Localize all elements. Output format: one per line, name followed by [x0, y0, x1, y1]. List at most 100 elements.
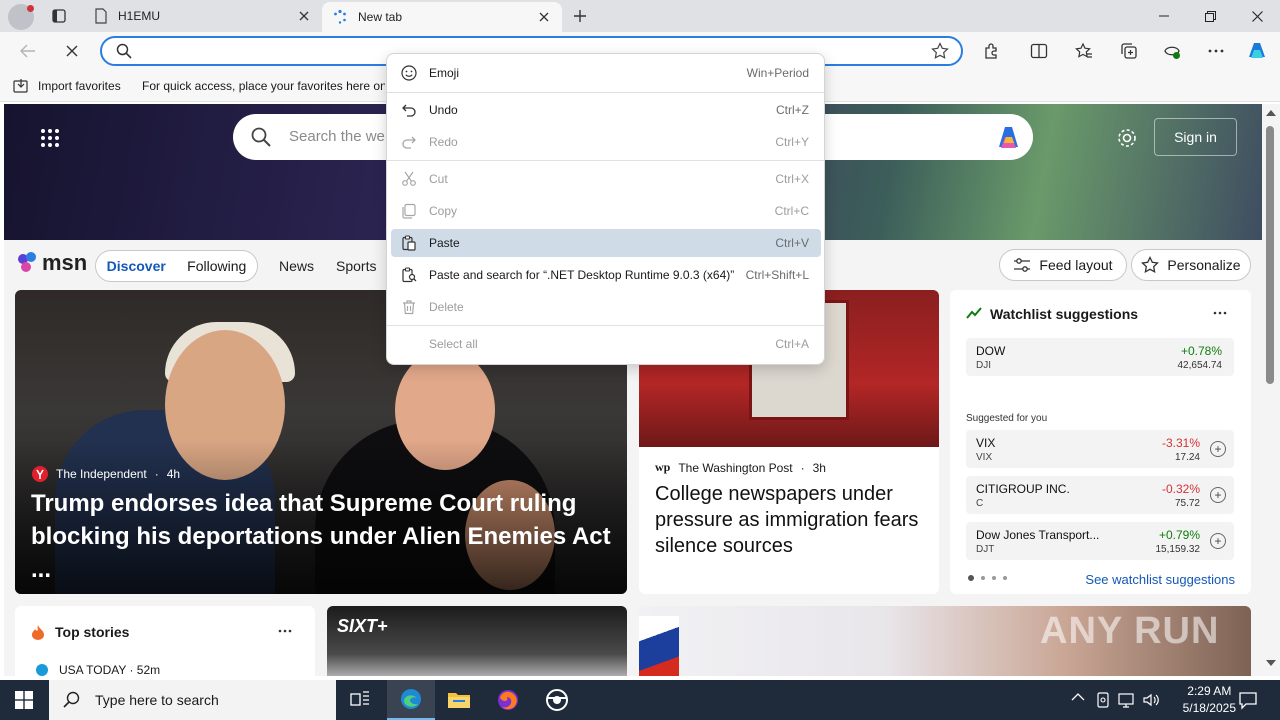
- add-to-watchlist-icon[interactable]: +: [1210, 487, 1226, 503]
- start-windows-icon[interactable]: [0, 680, 48, 720]
- stock-name: Dow Jones Transport...: [976, 528, 1100, 542]
- search-icon: [116, 43, 132, 59]
- flame-icon: [31, 624, 45, 640]
- msn-logo[interactable]: msn: [16, 250, 87, 276]
- see-watchlist-link[interactable]: See watchlist suggestions: [1085, 572, 1235, 587]
- menu-label: Paste and search for “.NET Desktop Runti…: [429, 268, 735, 282]
- emoji-icon: [401, 65, 417, 81]
- close-window-button[interactable]: [1234, 0, 1280, 32]
- stock-symbol: DJI: [976, 360, 991, 371]
- minimize-button[interactable]: [1141, 0, 1187, 32]
- restore-button[interactable]: [1187, 0, 1233, 32]
- watchlist-row-dow[interactable]: DOW DJI +0.78% 42,654.74: [966, 338, 1234, 376]
- collections-icon[interactable]: [1120, 42, 1138, 60]
- stock-change: -3.31%: [1161, 436, 1200, 450]
- loading-icon: [334, 9, 346, 24]
- notifications-icon[interactable]: [1238, 690, 1258, 710]
- device-icon[interactable]: [1095, 691, 1111, 709]
- menu-shortcut: Ctrl+Shift+L: [745, 268, 809, 282]
- tab-following[interactable]: Following: [187, 258, 246, 274]
- volume-icon[interactable]: [1142, 691, 1160, 709]
- menu-label: Delete: [429, 300, 464, 314]
- menu-separator: [387, 92, 824, 93]
- taskbar-search-box[interactable]: Type here to search: [49, 680, 336, 720]
- menu-item-select-all[interactable]: Select all Ctrl+A: [391, 330, 821, 358]
- web-search-placeholder: Search the we: [289, 128, 385, 145]
- extensions-icon[interactable]: [982, 42, 1000, 60]
- close-tab-icon[interactable]: [536, 9, 552, 25]
- apps-grid-icon[interactable]: [40, 128, 60, 148]
- task-view-icon[interactable]: [336, 680, 384, 720]
- menu-item-delete[interactable]: Delete: [391, 293, 821, 321]
- more-options-icon[interactable]: [1212, 306, 1228, 320]
- scroll-up-arrow-icon[interactable]: [1266, 110, 1276, 116]
- system-clock[interactable]: 2:29 AM 5/18/2025: [1183, 683, 1236, 717]
- browser-essentials-icon[interactable]: [1163, 42, 1181, 60]
- favorite-star-icon[interactable]: [931, 42, 949, 60]
- file-explorer-icon[interactable]: [435, 680, 483, 720]
- more-options-icon[interactable]: [277, 624, 293, 638]
- new-tab-plus-icon[interactable]: [570, 6, 590, 26]
- copilot-icon[interactable]: [1245, 39, 1269, 63]
- menu-label: Paste: [429, 236, 460, 250]
- carousel-dots[interactable]: [968, 575, 1007, 581]
- split-screen-icon[interactable]: [1030, 42, 1048, 60]
- import-favorites-link[interactable]: Import favorites: [38, 79, 121, 93]
- ad-card[interactable]: SIXT+: [327, 606, 627, 676]
- personalize-button[interactable]: Personalize: [1131, 249, 1251, 281]
- stop-loading-icon[interactable]: [56, 36, 88, 66]
- close-tab-icon[interactable]: [296, 8, 312, 24]
- story-source-name: The Independent: [56, 467, 147, 481]
- sign-in-button[interactable]: Sign in: [1154, 118, 1237, 156]
- network-icon[interactable]: [1118, 691, 1136, 709]
- feed-layout-button[interactable]: Feed layout: [999, 249, 1127, 281]
- copilot-icon[interactable]: [993, 123, 1023, 151]
- story-source: wp The Washington Post · 3h: [655, 460, 826, 475]
- add-to-watchlist-icon[interactable]: +: [1210, 441, 1226, 457]
- tab-new-tab[interactable]: New tab: [322, 2, 562, 32]
- story-source: USA TODAY · 52m: [59, 663, 161, 676]
- more-options-icon[interactable]: [1207, 42, 1225, 60]
- watchlist-row-vix[interactable]: VIX VIX -3.31% 17.24 +: [966, 430, 1234, 468]
- page-icon: [95, 8, 107, 24]
- tab-actions-icon[interactable]: [48, 6, 70, 26]
- menu-item-emoji[interactable]: Emoji Win+Period: [391, 59, 821, 87]
- add-to-watchlist-icon[interactable]: +: [1210, 533, 1226, 549]
- menu-item-redo[interactable]: Redo Ctrl+Y: [391, 128, 821, 156]
- nav-news[interactable]: News: [279, 258, 314, 274]
- tab-h1emu[interactable]: H1EMU: [84, 0, 322, 32]
- favorites-icon[interactable]: [1075, 42, 1093, 60]
- menu-item-paste[interactable]: Paste Ctrl+V: [391, 229, 821, 257]
- settings-gear-icon[interactable]: [1116, 127, 1138, 149]
- menu-item-copy[interactable]: Copy Ctrl+C: [391, 197, 821, 225]
- stock-symbol: VIX: [976, 452, 993, 463]
- show-hidden-icons-chevron-icon[interactable]: [1071, 692, 1085, 702]
- delete-icon: [403, 300, 415, 315]
- independent-logo-icon: [32, 466, 48, 482]
- scroll-down-arrow-icon[interactable]: [1266, 660, 1276, 666]
- watchlist-row-citigroup[interactable]: CITIGROUP INC. C -0.32% 75.72 +: [966, 476, 1234, 514]
- profile-avatar[interactable]: [8, 4, 34, 30]
- story-source: The Independent · 4h: [32, 466, 180, 482]
- hero-headline[interactable]: Trump endorses idea that Supreme Court r…: [31, 487, 621, 586]
- tab-discover[interactable]: Discover: [107, 258, 166, 274]
- scrollbar-thumb[interactable]: [1266, 126, 1274, 384]
- app-disc-icon[interactable]: [533, 680, 581, 720]
- menu-shortcut: Ctrl+Z: [776, 103, 809, 117]
- menu-item-cut[interactable]: Cut Ctrl+X: [391, 165, 821, 193]
- copy-icon: [402, 203, 416, 219]
- stock-change: +0.78%: [1180, 344, 1222, 358]
- edge-taskbar-icon[interactable]: [387, 680, 435, 720]
- back-arrow-icon[interactable]: [12, 36, 44, 66]
- sparkle-star-icon: [1141, 256, 1160, 274]
- favorites-hint: For quick access, place your favorites h…: [142, 79, 385, 93]
- watchlist-row-djt[interactable]: Dow Jones Transport... DJT +0.79% 15,159…: [966, 522, 1234, 560]
- story-headline[interactable]: College newspapers under pressure as imm…: [655, 481, 925, 559]
- import-favorites-icon: [13, 78, 30, 94]
- menu-separator: [387, 160, 824, 161]
- nav-sports[interactable]: Sports: [336, 258, 376, 274]
- menu-item-paste-and-search[interactable]: Paste and search for “.NET Desktop Runti…: [391, 261, 821, 289]
- sixt-logo: SIXT+: [337, 616, 388, 636]
- firefox-icon[interactable]: [484, 680, 532, 720]
- menu-item-undo[interactable]: Undo Ctrl+Z: [391, 96, 821, 124]
